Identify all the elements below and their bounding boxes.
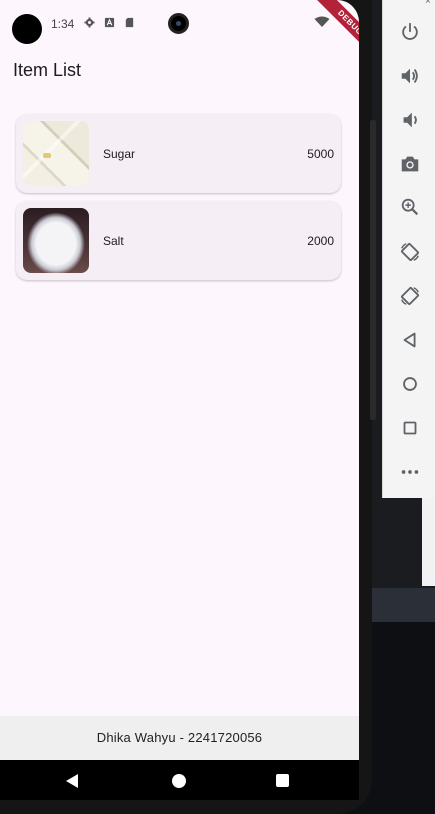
status-time: 1:34 bbox=[51, 17, 75, 31]
background-light-strip bbox=[422, 498, 435, 586]
rotate-right-icon[interactable] bbox=[399, 285, 421, 307]
a-icon bbox=[104, 17, 115, 28]
home-icon[interactable] bbox=[172, 774, 186, 788]
debug-banner: DEBUG bbox=[312, 0, 359, 61]
item-name: Salt bbox=[103, 234, 124, 248]
item-name: Sugar bbox=[103, 147, 136, 161]
background-stripe bbox=[372, 588, 435, 622]
gear-icon bbox=[84, 17, 95, 28]
wifi-icon bbox=[314, 16, 330, 27]
camera-icon[interactable] bbox=[399, 153, 421, 175]
emulator-window: 1:34 DEBUG Item List Sugar 5000 Salt 200… bbox=[0, 0, 435, 814]
system-nav-bar bbox=[0, 760, 359, 800]
item-value: 5000 bbox=[307, 147, 334, 161]
rotate-left-icon[interactable] bbox=[399, 241, 421, 263]
list-item[interactable]: Sugar 5000 bbox=[16, 114, 341, 193]
phone-frame: 1:34 DEBUG Item List Sugar 5000 Salt 200… bbox=[0, 0, 372, 814]
back-icon[interactable] bbox=[399, 329, 421, 351]
salt-image bbox=[23, 208, 89, 273]
background-lower bbox=[372, 622, 435, 814]
more-icon[interactable] bbox=[399, 461, 421, 483]
phone-side-button bbox=[370, 120, 376, 420]
volume-up-icon[interactable] bbox=[399, 65, 421, 87]
power-icon[interactable] bbox=[399, 21, 421, 43]
item-value: 2000 bbox=[307, 234, 334, 248]
status-bar: 1:34 DEBUG bbox=[0, 0, 359, 61]
overview-icon[interactable] bbox=[399, 417, 421, 439]
emulator-toolbar: × bbox=[382, 0, 435, 498]
footer-text: Dhika Wahyu - 2241720056 bbox=[0, 716, 359, 760]
back-icon[interactable] bbox=[66, 774, 78, 788]
device-screen: 1:34 DEBUG Item List Sugar 5000 Salt 200… bbox=[0, 0, 359, 760]
recents-icon[interactable] bbox=[276, 774, 289, 787]
zoom-icon[interactable] bbox=[399, 196, 421, 218]
list-item[interactable]: Salt 2000 bbox=[16, 201, 341, 280]
camera-icon bbox=[168, 13, 189, 34]
front-camera-cutout bbox=[12, 14, 42, 44]
page-title: Item List bbox=[13, 60, 82, 80]
volume-down-icon[interactable] bbox=[399, 109, 421, 131]
sugar-image bbox=[23, 121, 89, 186]
close-icon[interactable]: × bbox=[425, 0, 431, 7]
home-icon[interactable] bbox=[399, 373, 421, 395]
sd-card-icon bbox=[125, 17, 134, 28]
